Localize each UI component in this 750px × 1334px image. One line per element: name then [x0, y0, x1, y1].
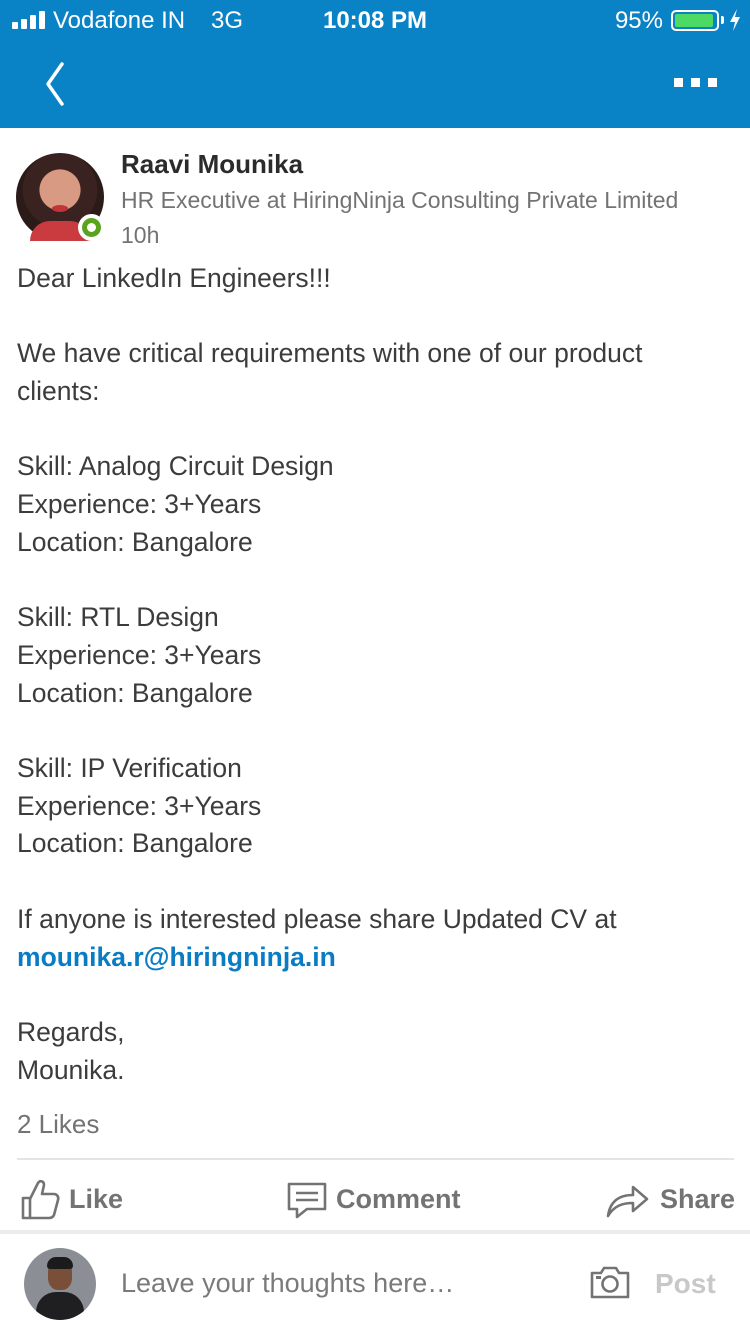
- comment-input[interactable]: Leave your thoughts here…: [121, 1268, 454, 1299]
- post-greeting: Dear LinkedIn Engineers!!!: [17, 263, 331, 293]
- top-bar: Vodafone IN 3G 10:08 PM 95%: [0, 0, 750, 128]
- requirement-experience: Experience: 3+Years: [17, 639, 262, 670]
- requirement-experience: Experience: 3+Years: [17, 790, 262, 821]
- charging-bolt-icon: [730, 9, 740, 31]
- post-body: Dear LinkedIn Engineers!!! We have criti…: [17, 260, 737, 1089]
- post-regards: Regards,: [17, 1016, 125, 1047]
- more-dot: [708, 78, 717, 87]
- camera-icon[interactable]: [589, 1264, 631, 1300]
- post-timestamp: 10h: [121, 222, 160, 248]
- chevron-left-icon: [46, 62, 64, 106]
- share-button[interactable]: Share: [604, 1178, 736, 1222]
- requirement-experience: Experience: 3+Years: [17, 489, 262, 520]
- requirement-skill: Skill: Analog Circuit Design: [17, 451, 334, 482]
- comment-composer: Leave your thoughts here… Post: [0, 1234, 750, 1334]
- comment-button[interactable]: Comment: [286, 1178, 466, 1222]
- post-cta: If anyone is interested please share Upd…: [17, 903, 617, 934]
- user-avatar: [24, 1248, 96, 1320]
- like-label: Like: [69, 1184, 124, 1214]
- email-link[interactable]: mounika.r@hiringninja.in: [17, 942, 336, 972]
- comment-label: Comment: [336, 1184, 461, 1214]
- likes-count[interactable]: 2 Likes: [17, 1109, 99, 1140]
- post-button[interactable]: Post: [655, 1268, 716, 1300]
- requirement-skill: Skill: IP Verification: [17, 753, 242, 784]
- avatar-detail: [47, 1257, 73, 1269]
- post-intro: We have critical requirements with one o…: [17, 338, 643, 369]
- divider: [17, 1158, 734, 1160]
- share-label: Share: [660, 1184, 736, 1214]
- more-dot: [691, 78, 700, 87]
- post-signature: Mounika.: [17, 1054, 125, 1085]
- more-options-button[interactable]: [664, 62, 724, 102]
- post-intro: clients:: [17, 376, 100, 407]
- battery-level-fill: [675, 14, 713, 27]
- battery-nub: [721, 16, 724, 24]
- requirement-location: Location: Bangalore: [17, 526, 253, 557]
- more-dots-icon: [674, 78, 683, 87]
- status-bar: Vodafone IN 3G 10:08 PM 95%: [0, 0, 750, 40]
- requirement-location: Location: Bangalore: [17, 677, 253, 708]
- thumbs-up-icon: [19, 1178, 61, 1229]
- battery-percent: 95%: [614, 7, 663, 34]
- requirement-skill: Skill: RTL Design: [17, 602, 219, 633]
- comment-icon: [286, 1178, 328, 1229]
- author-name[interactable]: Raavi Mounika: [121, 149, 303, 180]
- author-headline: HR Executive at HiringNinja Consulting P…: [121, 187, 679, 213]
- share-icon: [604, 1178, 650, 1229]
- avatar-detail: [52, 205, 68, 212]
- battery-icon: [671, 10, 719, 31]
- online-status-icon: [78, 214, 105, 241]
- avatar-detail: [36, 1292, 84, 1320]
- like-button[interactable]: Like: [19, 1178, 129, 1222]
- back-button[interactable]: [36, 58, 76, 112]
- requirement-location: Location: Bangalore: [17, 828, 253, 859]
